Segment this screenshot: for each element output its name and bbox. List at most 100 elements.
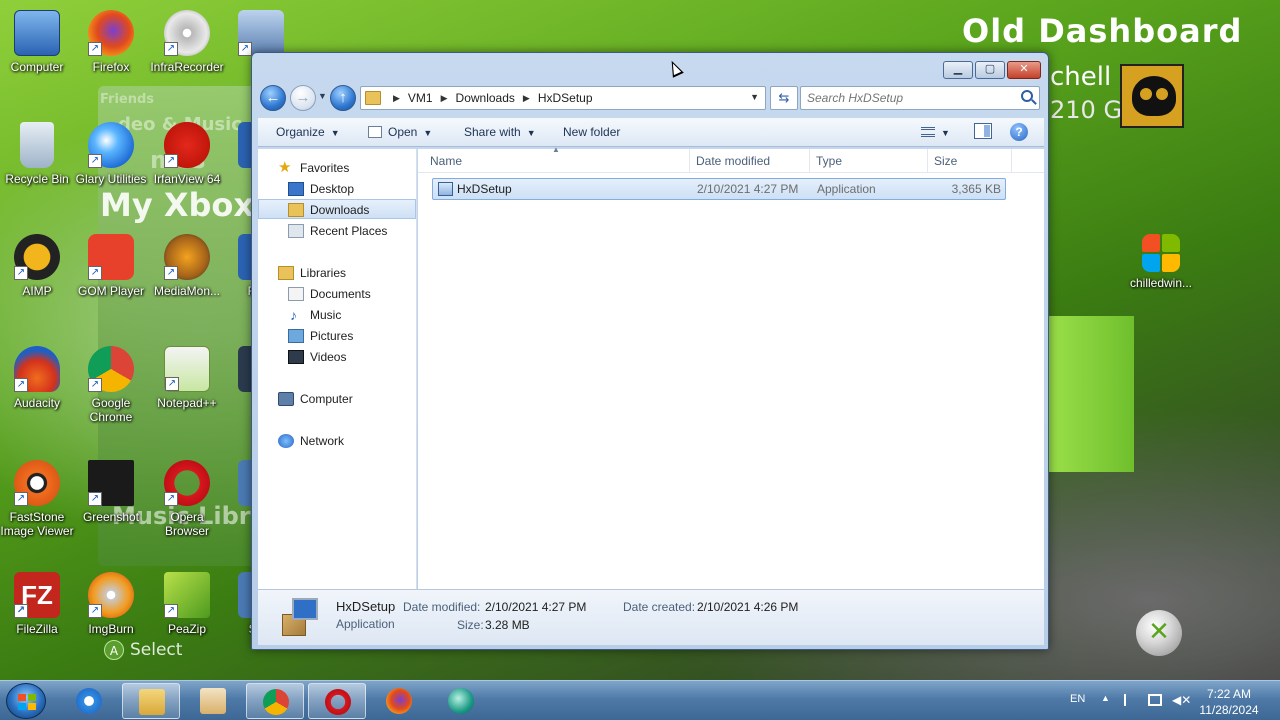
firefox-icon: ↗ [88, 10, 134, 56]
breadcrumb-arrow-icon[interactable]: ▶ [393, 93, 400, 104]
organize-button[interactable]: Organize ▼ [276, 125, 340, 139]
back-button[interactable]: ← [260, 85, 286, 111]
details-file-name: HxDSetup [336, 599, 396, 614]
desktop-icon-firefox[interactable]: ↗ Firefox [74, 10, 148, 74]
desktop-icon-label: FileZilla [16, 622, 58, 636]
desktop-icon-infrarecorder[interactable]: ↗ InfraRecorder [150, 10, 224, 74]
file-list[interactable]: Name ▲ Date modified Type Size HxDSetup … [418, 145, 1044, 589]
desktop-icon-notepadpp[interactable]: ↗ Notepad++ [150, 346, 224, 410]
chevron-down-icon: ▼ [330, 128, 340, 138]
forward-button[interactable]: → [290, 85, 316, 111]
desktop-icon-aimp[interactable]: ↗ AIMP [0, 234, 74, 298]
breadcrumb-vm1[interactable]: VM1 [408, 91, 433, 105]
help-icon[interactable]: ? [1010, 123, 1028, 141]
desktop-icon-label: Firefox [92, 60, 130, 74]
desktop-icon-mediamonkey[interactable]: ↗ MediaMon... [150, 234, 224, 298]
clock-date[interactable]: 11/28/2024 [1190, 703, 1268, 717]
taskbar-internet-explorer[interactable] [60, 683, 118, 719]
details-date-modified-label: Date modified: [403, 600, 481, 614]
search-box[interactable] [800, 86, 1040, 110]
minimize-button[interactable]: ▁ [943, 61, 973, 79]
desktop-icon-computer[interactable]: Computer [0, 10, 74, 74]
explorer-window[interactable]: ▁ ▢ ✕ ← → ▼ ↑ ▶ VM1 ▶ Downloads ▶ HxDSet… [251, 52, 1049, 650]
taskbar-opera[interactable] [308, 683, 366, 719]
breadcrumb-hxdsetup[interactable]: HxDSetup [538, 91, 593, 105]
nav-label: Favorites [300, 161, 350, 175]
desktop-icon-audacity[interactable]: ↗ Audacity [0, 346, 74, 410]
desktop-icon-label: ImgBurn [88, 622, 134, 636]
breadcrumb-arrow-icon[interactable]: ▶ [523, 93, 530, 104]
taskbar-windows-explorer[interactable] [122, 683, 180, 719]
nav-label: Desktop [310, 182, 355, 196]
folder-icon [365, 91, 381, 105]
taskbar-app[interactable] [432, 683, 490, 719]
clock-time[interactable]: 7:22 AM [1190, 687, 1268, 701]
organize-label: Organize [276, 125, 325, 139]
desktop-icon-peazip[interactable]: ↗ PeaZip [150, 572, 224, 636]
close-button[interactable]: ✕ [1007, 61, 1041, 79]
desktop-icon-filezilla[interactable]: FZ ↗ FileZilla [0, 572, 74, 636]
search-icon[interactable] [1021, 90, 1033, 102]
desktop-icon-gom[interactable]: ↗ GOM Player [74, 234, 148, 298]
desktop-icon [288, 182, 304, 196]
desktop-icon-faststone[interactable]: ↗ FastStone Image Viewer [0, 460, 74, 538]
gamerpic-skull-icon [1120, 64, 1184, 128]
chevron-down-icon: ▼ [941, 128, 950, 138]
volume-muted-icon[interactable]: ◀✕ [1172, 694, 1191, 706]
chevron-down-icon: ▼ [526, 128, 536, 138]
desktop-icon-glary[interactable]: ↗ Glary Utilities [74, 122, 148, 186]
recent-pages-chevron-icon[interactable]: ▼ [318, 91, 327, 101]
desktop-icon-irfanview[interactable]: ↗ IrfanView 64 [150, 122, 224, 186]
taskbar-chrome[interactable] [246, 683, 304, 719]
address-bar[interactable]: ▶ VM1 ▶ Downloads ▶ HxDSetup ▼ [360, 86, 766, 110]
action-center-flag-icon[interactable] [1124, 694, 1138, 706]
taskbar-firefox[interactable] [370, 683, 428, 719]
preview-pane-icon[interactable] [974, 123, 992, 139]
title-bar[interactable]: ▁ ▢ ✕ [252, 53, 1048, 83]
column-header-type[interactable]: Type [810, 149, 928, 173]
address-dropdown-icon[interactable]: ▼ [750, 92, 759, 102]
audacity-icon: ↗ [14, 346, 60, 392]
peazip-icon: ↗ [164, 572, 210, 618]
change-view-button[interactable]: ▼ [921, 125, 950, 139]
gamerscore: 210 G [1050, 96, 1123, 124]
breadcrumb-arrow-icon[interactable]: ▶ [441, 93, 448, 104]
desktop-icon-chrome[interactable]: ↗ Google Chrome [74, 346, 148, 424]
open-button[interactable]: Open ▼ [368, 125, 432, 139]
nav-desktop[interactable]: Desktop [258, 179, 416, 199]
nav-favorites[interactable]: ★ Favorites [258, 158, 416, 178]
network-tray-icon[interactable] [1148, 694, 1162, 706]
desktop-icon-chilledwin[interactable]: chilledwin... [1124, 234, 1198, 290]
column-header-size[interactable]: Size [928, 149, 1012, 173]
nav-recent-places[interactable]: Recent Places [258, 221, 416, 241]
nav-music[interactable]: ♪ Music [258, 305, 416, 325]
taskbar-media-player[interactable] [184, 683, 242, 719]
desktop-icon-label: Notepad++ [157, 396, 217, 410]
column-header-date-modified[interactable]: Date modified [690, 149, 810, 173]
maximize-button[interactable]: ▢ [975, 61, 1005, 79]
nav-pictures[interactable]: Pictures [258, 326, 416, 346]
documents-icon [288, 287, 304, 301]
desktop-icon-greenshot[interactable]: ↗ Greenshot [74, 460, 148, 524]
breadcrumb-downloads[interactable]: Downloads [456, 91, 515, 105]
nav-downloads[interactable]: Downloads [258, 199, 416, 219]
start-button[interactable] [6, 683, 46, 719]
language-indicator[interactable]: EN [1070, 693, 1085, 705]
nav-videos[interactable]: Videos [258, 347, 416, 367]
search-input[interactable] [807, 88, 1007, 108]
share-with-button[interactable]: Share with ▼ [464, 125, 536, 139]
desktop-icon-opera[interactable]: ↗ Opera Browser [150, 460, 224, 538]
show-hidden-icons-icon[interactable]: ▲ [1101, 693, 1110, 703]
nav-computer[interactable]: Computer [258, 389, 416, 409]
desktop-icon-recycle-bin[interactable]: Recycle Bin [0, 122, 74, 186]
refresh-button[interactable]: ⇆ [770, 86, 798, 110]
up-button[interactable]: ↑ [330, 85, 356, 111]
nav-libraries[interactable]: Libraries [258, 263, 416, 283]
new-folder-button[interactable]: New folder [563, 125, 620, 139]
nav-network[interactable]: Network [258, 431, 416, 451]
faststone-eye-icon: ↗ [14, 460, 60, 506]
nav-documents[interactable]: Documents [258, 284, 416, 304]
details-pane: HxDSetup Application Date modified: 2/10… [258, 589, 1044, 645]
file-row-hxdsetup[interactable]: HxDSetup 2/10/2021 4:27 PM Application 3… [432, 178, 1006, 200]
desktop-icon-imgburn[interactable]: ↗ ImgBurn [74, 572, 148, 636]
